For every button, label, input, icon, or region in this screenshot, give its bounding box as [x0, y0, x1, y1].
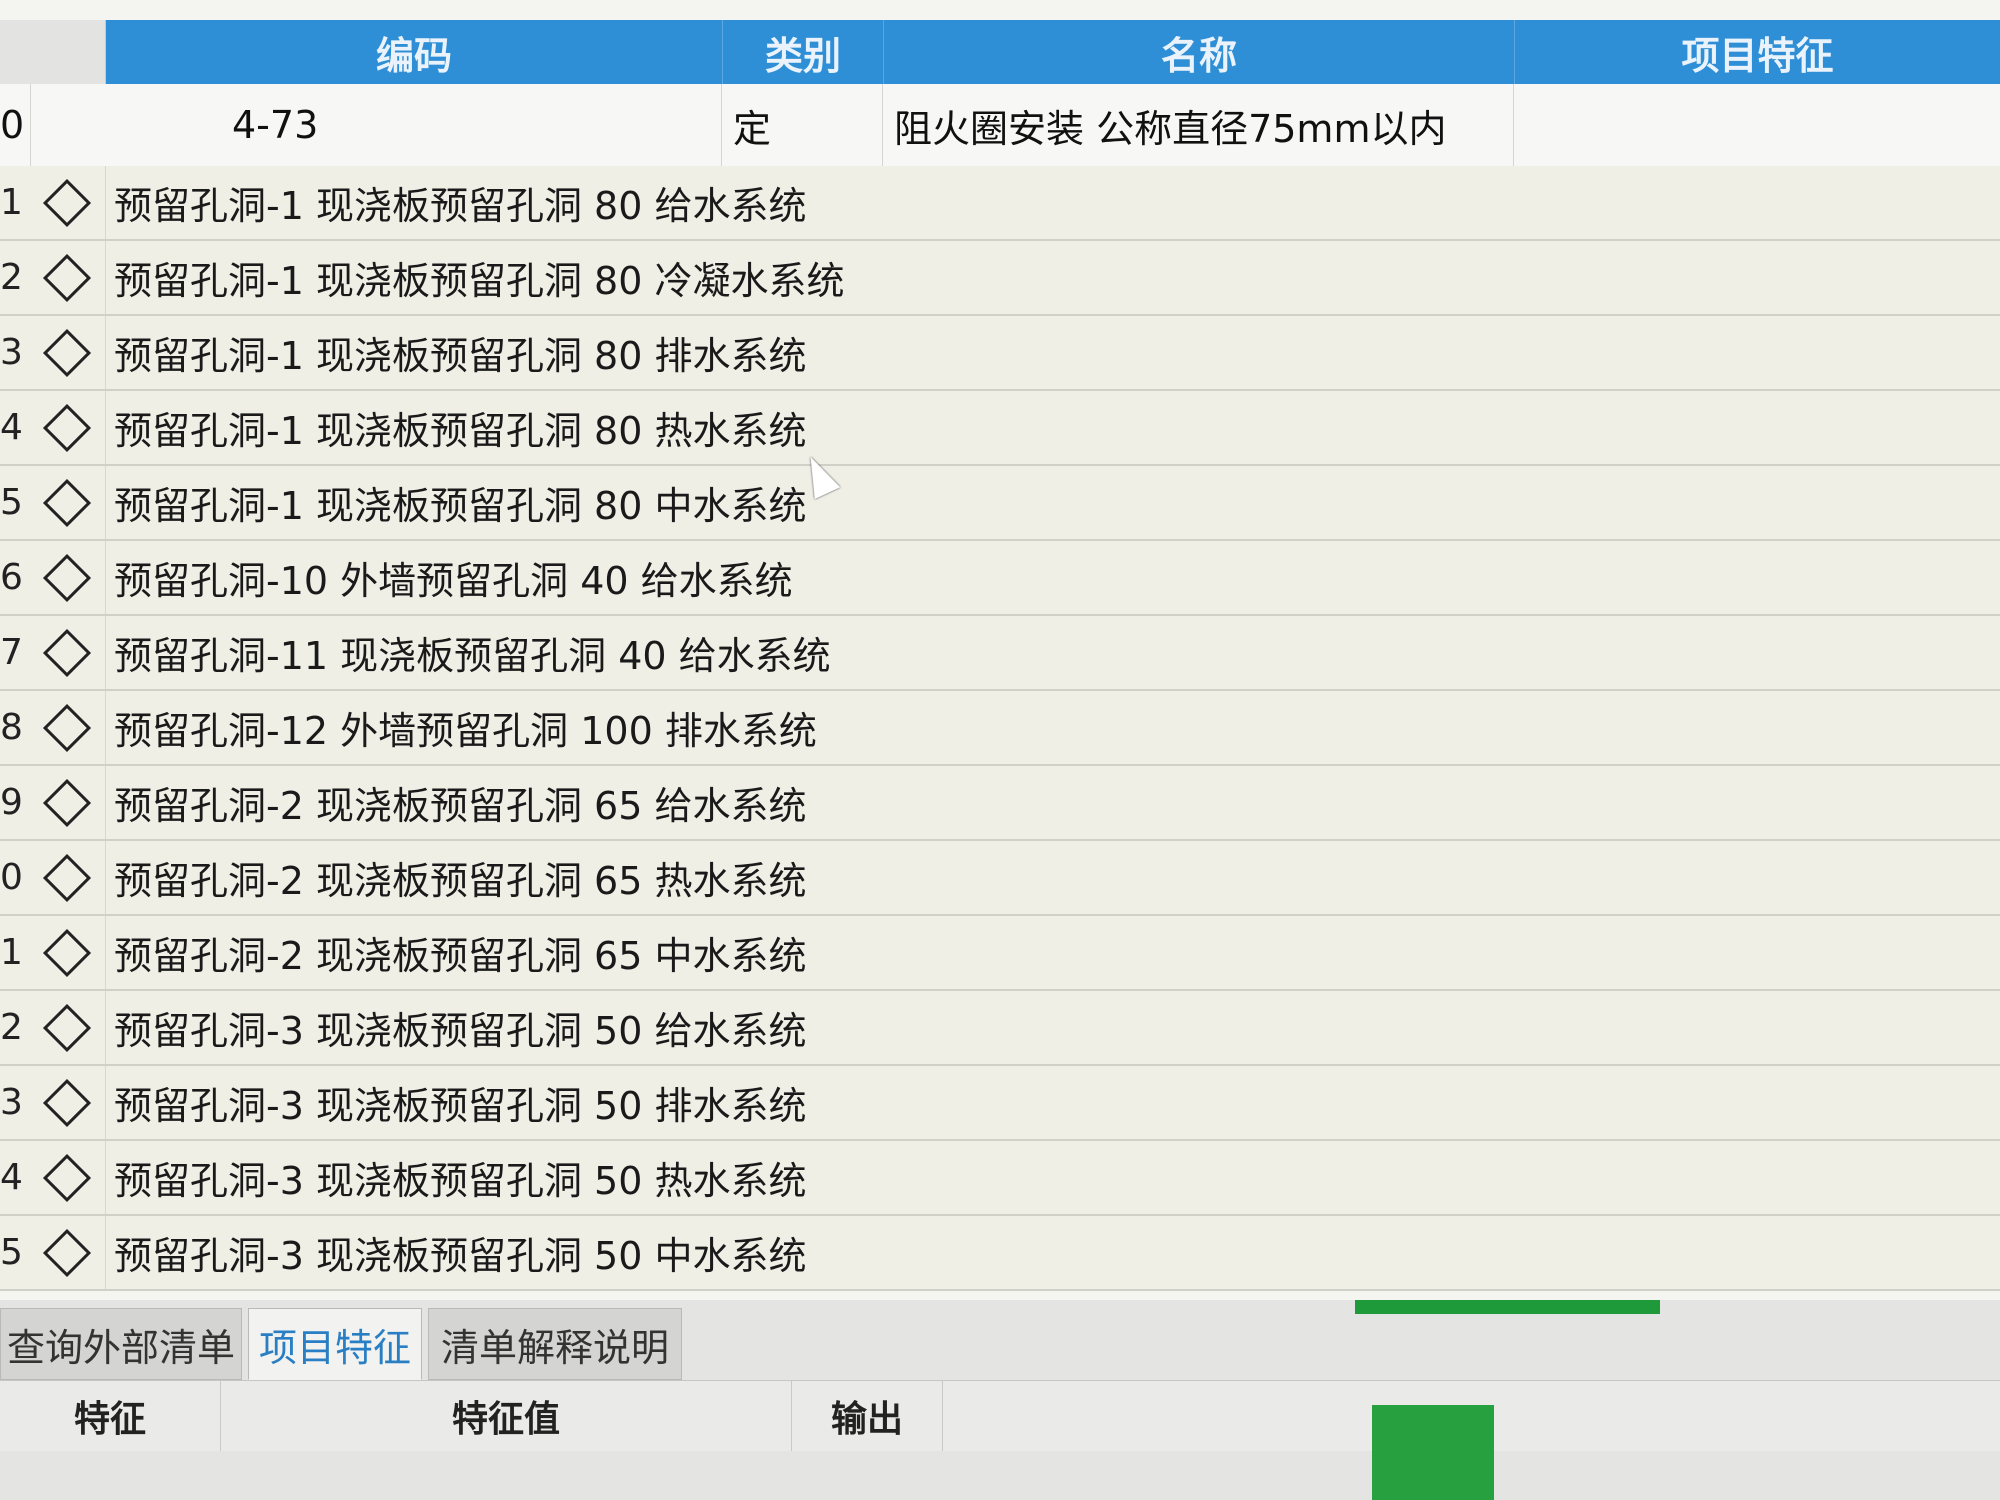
- row-number: 4: [0, 1157, 23, 1198]
- column-header-feature-value[interactable]: 特征值: [221, 1381, 792, 1451]
- item-name: 预留孔洞-1 现浇板预留孔洞 80 排水系统: [114, 334, 807, 378]
- name-cell[interactable]: 阻火圈安装 公称直径75mm以内: [884, 84, 1514, 166]
- column-header-output[interactable]: 输出: [792, 1381, 943, 1451]
- list-item[interactable]: 0 预留孔洞-2 现浇板预留孔洞 65 热水系统: [0, 841, 2000, 916]
- row-number: 4: [0, 407, 23, 448]
- column-header-code[interactable]: 编码: [106, 20, 723, 84]
- status-indicator: [1355, 1300, 1660, 1314]
- list-item[interactable]: 1 预留孔洞-2 现浇板预留孔洞 65 中水系统: [0, 916, 2000, 991]
- feature-table-header: 特征 特征值 输出: [0, 1380, 2000, 1451]
- row-header-corner: [0, 20, 106, 84]
- tab-list-explanation[interactable]: 清单解释说明: [428, 1308, 682, 1380]
- side-panel-handle[interactable]: [1372, 1405, 1494, 1500]
- item-name: 预留孔洞-1 现浇板预留孔洞 80 给水系统: [114, 184, 807, 228]
- row-number: 1: [0, 182, 23, 223]
- column-header-name[interactable]: 名称: [884, 20, 1515, 84]
- grid-header: 编码 类别 名称 项目特征: [0, 20, 2000, 84]
- row-number: 0: [0, 857, 23, 898]
- item-name: 预留孔洞-3 现浇板预留孔洞 50 热水系统: [114, 1159, 807, 1203]
- column-header-feature[interactable]: 特征: [0, 1381, 221, 1451]
- row-number: 9: [0, 782, 23, 823]
- diamond-icon: [42, 778, 92, 828]
- diamond-icon: [42, 1153, 92, 1203]
- diamond-icon: [42, 403, 92, 453]
- selected-row[interactable]: 0 4-73 定 阻火圈安装 公称直径75mm以内: [0, 84, 2000, 167]
- diamond-icon: [42, 253, 92, 303]
- list-grid: 编码 类别 名称 项目特征 0 4-73 定 阻火圈安装 公称直径75mm以内 …: [0, 0, 2000, 1300]
- list-item[interactable]: 3 预留孔洞-1 现浇板预留孔洞 80 排水系统: [0, 316, 2000, 391]
- item-list: 1 预留孔洞-1 现浇板预留孔洞 80 给水系统 2 预留孔洞-1 现浇板预留孔…: [0, 166, 2000, 1291]
- features-cell[interactable]: [1515, 84, 2000, 166]
- type-cell[interactable]: 定: [723, 84, 883, 166]
- code-cell[interactable]: 4-73: [106, 84, 722, 166]
- item-name: 预留孔洞-2 现浇板预留孔洞 65 热水系统: [114, 859, 807, 903]
- row-number: 5: [0, 1232, 23, 1273]
- list-item[interactable]: 8 预留孔洞-12 外墙预留孔洞 100 排水系统: [0, 691, 2000, 766]
- diamond-icon: [42, 703, 92, 753]
- list-item[interactable]: 1 预留孔洞-1 现浇板预留孔洞 80 给水系统: [0, 166, 2000, 241]
- diamond-icon: [42, 478, 92, 528]
- row-number: 3: [0, 332, 23, 373]
- item-name: 预留孔洞-12 外墙预留孔洞 100 排水系统: [114, 709, 817, 753]
- row-number: 2: [0, 1007, 23, 1048]
- row-number: 8: [0, 707, 23, 748]
- diamond-icon: [42, 1003, 92, 1053]
- item-name: 预留孔洞-1 现浇板预留孔洞 80 热水系统: [114, 409, 807, 453]
- list-item[interactable]: 2 预留孔洞-3 现浇板预留孔洞 50 给水系统: [0, 991, 2000, 1066]
- row-number: 7: [0, 632, 23, 673]
- row-number: 0: [0, 84, 31, 166]
- row-number: 3: [0, 1082, 23, 1123]
- diamond-icon: [42, 1228, 92, 1278]
- diamond-icon: [42, 178, 92, 228]
- bottom-panel: 查询外部清单 项目特征 清单解释说明 特征 特征值 输出: [0, 1300, 2000, 1500]
- row-number: 2: [0, 257, 23, 298]
- item-name: 预留孔洞-2 现浇板预留孔洞 65 给水系统: [114, 784, 807, 828]
- item-name: 预留孔洞-1 现浇板预留孔洞 80 中水系统: [114, 484, 807, 528]
- diamond-icon: [42, 1078, 92, 1128]
- diamond-icon: [42, 928, 92, 978]
- item-name: 预留孔洞-3 现浇板预留孔洞 50 排水系统: [114, 1084, 807, 1128]
- item-name: 预留孔洞-2 现浇板预留孔洞 65 中水系统: [114, 934, 807, 978]
- tab-query-external-list[interactable]: 查询外部清单: [0, 1308, 242, 1380]
- row-number: 6: [0, 557, 23, 598]
- list-item[interactable]: 4 预留孔洞-1 现浇板预留孔洞 80 热水系统: [0, 391, 2000, 466]
- list-item[interactable]: 6 预留孔洞-10 外墙预留孔洞 40 给水系统: [0, 541, 2000, 616]
- item-name: 预留孔洞-3 现浇板预留孔洞 50 中水系统: [114, 1234, 807, 1278]
- row-number: 1: [0, 932, 23, 973]
- list-item[interactable]: 3 预留孔洞-3 现浇板预留孔洞 50 排水系统: [0, 1066, 2000, 1141]
- list-item[interactable]: 2 预留孔洞-1 现浇板预留孔洞 80 冷凝水系统: [0, 241, 2000, 316]
- item-name: 预留孔洞-11 现浇板预留孔洞 40 给水系统: [114, 634, 831, 678]
- diamond-icon: [42, 328, 92, 378]
- item-name: 预留孔洞-10 外墙预留孔洞 40 给水系统: [114, 559, 793, 603]
- list-item[interactable]: 5 预留孔洞-1 现浇板预留孔洞 80 中水系统: [0, 466, 2000, 541]
- diamond-icon: [42, 628, 92, 678]
- column-header-features[interactable]: 项目特征: [1515, 20, 2000, 84]
- row-number: 5: [0, 482, 23, 523]
- item-name: 预留孔洞-1 现浇板预留孔洞 80 冷凝水系统: [114, 259, 845, 303]
- list-item[interactable]: 9 预留孔洞-2 现浇板预留孔洞 65 给水系统: [0, 766, 2000, 841]
- tab-item-features[interactable]: 项目特征: [248, 1308, 422, 1380]
- list-item[interactable]: 5 预留孔洞-3 现浇板预留孔洞 50 中水系统: [0, 1216, 2000, 1291]
- diamond-icon: [42, 853, 92, 903]
- diamond-icon: [42, 553, 92, 603]
- item-name: 预留孔洞-3 现浇板预留孔洞 50 给水系统: [114, 1009, 807, 1053]
- list-item[interactable]: 7 预留孔洞-11 现浇板预留孔洞 40 给水系统: [0, 616, 2000, 691]
- list-item[interactable]: 4 预留孔洞-3 现浇板预留孔洞 50 热水系统: [0, 1141, 2000, 1216]
- column-header-type[interactable]: 类别: [723, 20, 884, 84]
